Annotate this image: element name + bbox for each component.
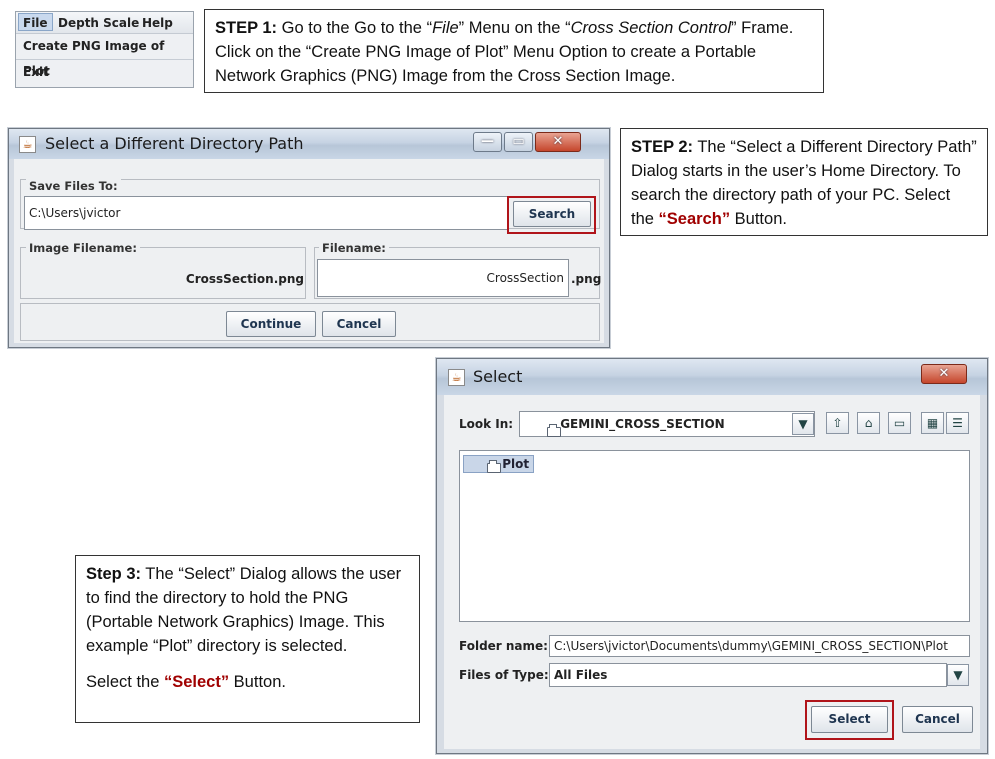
look-in-combo[interactable]: GEMINI_CROSS_SECTION <box>519 411 815 437</box>
step3-select-pre: Select the <box>86 673 164 691</box>
filename-extension: .png <box>571 272 602 286</box>
file-menu-screenshot: File Depth Scale Help Create PNG Image o… <box>15 11 194 88</box>
step3-label: Step 3: <box>86 565 142 583</box>
search-button[interactable]: Search <box>513 201 591 227</box>
close-button[interactable]: ✕ <box>535 132 581 152</box>
dialog-title: Select a Different Directory Path <box>45 134 304 153</box>
image-filename-label: Image Filename: <box>26 241 140 255</box>
step1-callout: STEP 1: Go to the Go to the “File” Menu … <box>204 9 824 93</box>
step3-select-post: Button. <box>229 673 286 691</box>
list-view-icon[interactable]: ▦ <box>921 412 944 434</box>
step1-text-a: Go to the Go to the “ <box>277 19 433 37</box>
menu-depth-scale[interactable]: Depth Scale <box>54 14 143 32</box>
step1-file-word: File <box>432 19 459 37</box>
select-body: Look In: GEMINI_CROSS_SECTION ▼ ⇧ ⌂ ▭ ▦ … <box>444 395 980 749</box>
folder-icon <box>487 459 501 473</box>
select-titlebar: ☕ Select ✕ <box>437 359 987 395</box>
home-icon[interactable]: ⌂ <box>857 412 880 434</box>
dialog-body: Save Files To: C:\Users\jvictor Search I… <box>14 159 604 343</box>
step2-callout: STEP 2: The “Select a Different Director… <box>620 128 988 236</box>
new-folder-icon[interactable]: ▭ <box>888 412 911 434</box>
menu-item-exit[interactable]: Exit <box>16 60 193 85</box>
folder-icon <box>547 423 561 437</box>
look-in-label: Look In: <box>459 417 514 431</box>
chevron-down-icon[interactable]: ▼ <box>947 664 969 686</box>
look-in-value: GEMINI_CROSS_SECTION <box>560 417 725 431</box>
select-button[interactable]: Select <box>811 706 888 733</box>
step3-callout: Step 3: The “Select” Dialog allows the u… <box>75 555 420 723</box>
directory-path-dialog: ☕ Select a Different Directory Path — ▭ … <box>8 128 610 348</box>
menu-help[interactable]: Help <box>138 14 177 32</box>
filename-input[interactable]: CrossSection <box>317 259 569 297</box>
filename-label: Filename: <box>319 241 389 255</box>
folder-name-label: Folder name: <box>459 639 548 653</box>
step1-frame-name: Cross Section Control <box>570 19 732 37</box>
close-button[interactable]: ✕ <box>921 364 967 384</box>
step2-search-word: “Search” <box>658 210 731 228</box>
dialog-titlebar: ☕ Select a Different Directory Path — ▭ … <box>9 129 609 159</box>
save-files-label: Save Files To: <box>26 179 121 193</box>
folder-name-input[interactable]: C:\Users\jvictor\Documents\dummy\GEMINI_… <box>549 635 970 657</box>
menu-file[interactable]: File <box>18 13 53 31</box>
path-input[interactable]: C:\Users\jvictor <box>24 196 508 230</box>
up-one-level-icon[interactable]: ⇧ <box>826 412 849 434</box>
step1-text-b: ” Menu on the “ <box>458 19 571 37</box>
java-icon: ☕ <box>448 369 465 386</box>
details-view-icon[interactable]: ☰ <box>946 412 969 434</box>
file-dropdown: Create PNG Image of Plot Exit <box>16 34 193 87</box>
step1-label: STEP 1: <box>215 19 278 37</box>
select-title: Select <box>473 367 523 386</box>
step3-paragraph: Step 3: The “Select” Dialog allows the u… <box>86 562 409 658</box>
file-list[interactable]: Plot <box>459 450 970 622</box>
chevron-down-icon[interactable]: ▼ <box>792 413 814 435</box>
list-item-label: Plot <box>502 457 530 471</box>
minimize-button[interactable]: — <box>473 132 502 152</box>
cancel-button[interactable]: Cancel <box>322 311 396 337</box>
select-dialog: ☕ Select ✕ Look In: GEMINI_CROSS_SECTION… <box>436 358 988 754</box>
cancel-button[interactable]: Cancel <box>902 706 973 733</box>
files-type-combo[interactable]: All Files <box>549 663 947 687</box>
menubar: File Depth Scale Help <box>16 12 193 34</box>
maximize-button[interactable]: ▭ <box>504 132 533 152</box>
java-icon: ☕ <box>19 136 36 153</box>
step3-select-word: “Select” <box>163 673 230 691</box>
step2-text-end: Button. <box>730 210 787 228</box>
step2-label: STEP 2: <box>631 138 694 156</box>
files-type-label: Files of Type: <box>459 668 549 682</box>
continue-button[interactable]: Continue <box>226 311 316 337</box>
image-filename-value: CrossSection.png <box>185 272 304 286</box>
list-item[interactable]: Plot <box>463 455 535 473</box>
menu-item-create-png[interactable]: Create PNG Image of Plot <box>16 34 193 78</box>
step3-select-line: Select the “Select” Button. <box>86 670 409 694</box>
